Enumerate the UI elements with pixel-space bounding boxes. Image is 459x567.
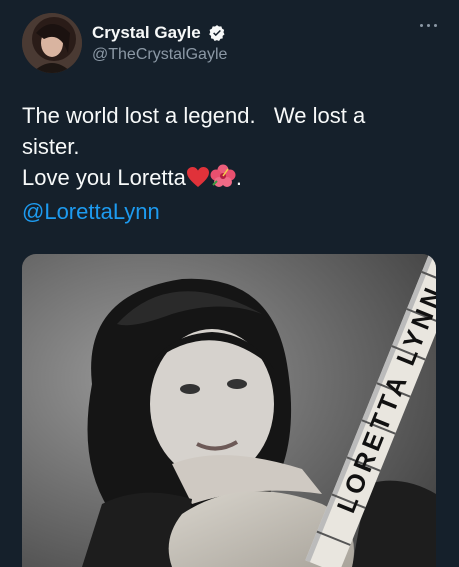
tweet-photo[interactable]: LORETTA LYNN [22,254,436,567]
hibiscus-emoji [210,164,236,196]
mention-link[interactable]: @LorettaLynn [22,196,442,227]
author-info: Crystal Gayle @TheCrystalGayle [92,23,227,64]
red-heart-emoji [186,165,210,196]
more-options-icon[interactable] [420,21,442,31]
verified-badge-icon [208,24,226,42]
handle[interactable]: @TheCrystalGayle [92,46,227,64]
tweet-line-3: Love you Loretta. [22,162,442,196]
tweet-line-2: sister. [22,134,80,159]
tweet-line-3-text: Love you Loretta [22,165,186,190]
avatar[interactable] [22,13,82,73]
tweet-header: Crystal Gayle @TheCrystalGayle [22,13,442,77]
tweet-text: The world lost a legend. We lost a siste… [22,100,442,227]
tweet-line-3-suffix: . [235,165,243,190]
display-name[interactable]: Crystal Gayle [92,23,201,43]
tweet-line-1: The world lost a legend. We lost a [22,103,366,128]
